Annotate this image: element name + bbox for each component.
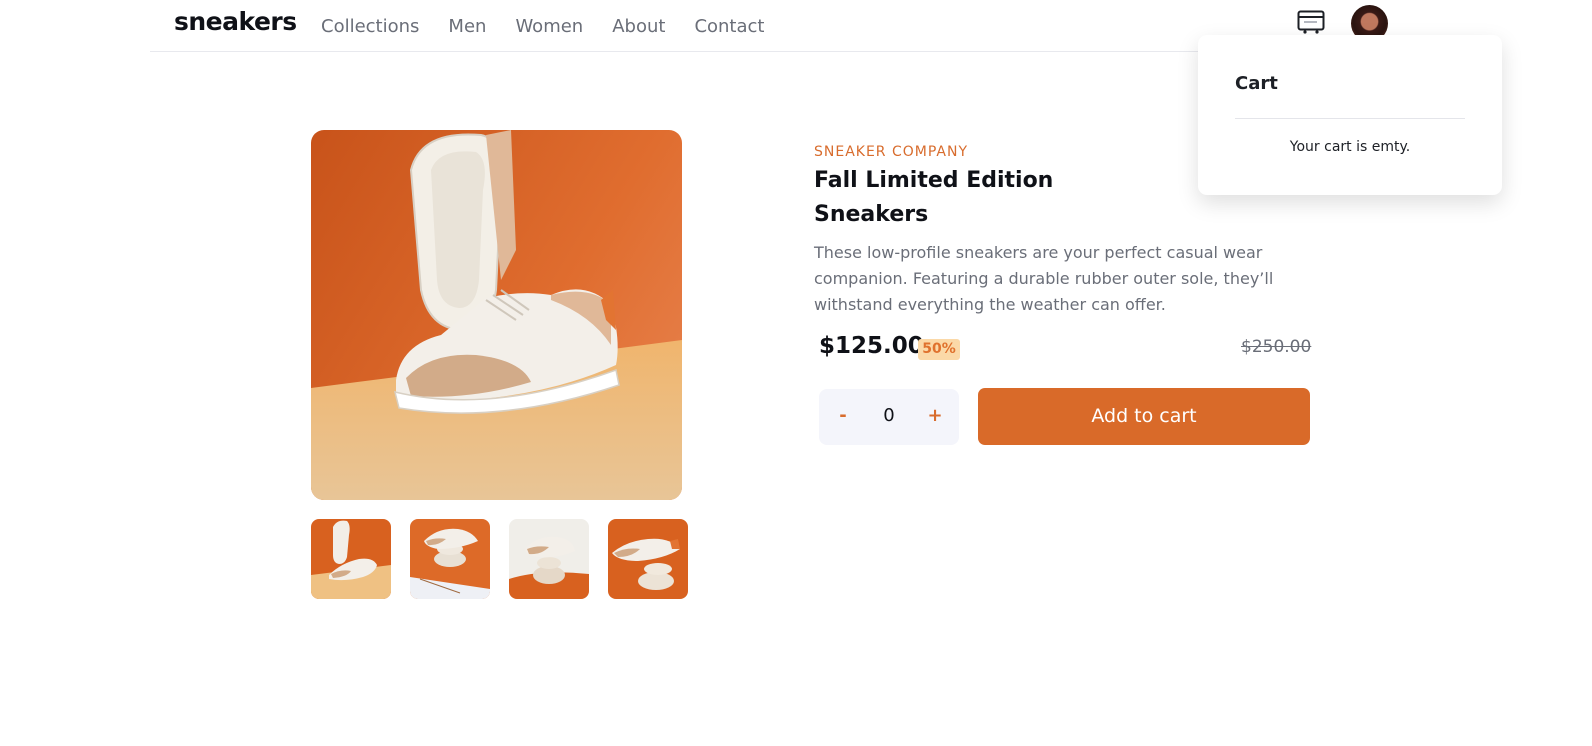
nav-collections[interactable]: Collections xyxy=(321,16,419,37)
increase-button[interactable]: + xyxy=(925,405,945,426)
product-thumbnails xyxy=(311,519,691,599)
nav-men[interactable]: Men xyxy=(448,16,486,37)
cart-icon[interactable] xyxy=(1297,10,1325,34)
discount-badge: 50% xyxy=(918,339,960,360)
thumbnail-4[interactable] xyxy=(608,519,688,599)
cart-divider xyxy=(1235,118,1465,119)
main-nav: Collections Men Women About Contact xyxy=(321,16,793,37)
add-to-cart-button[interactable]: Add to cart xyxy=(978,388,1310,445)
quantity-stepper: - 0 + xyxy=(819,389,959,445)
product-title: Fall Limited Edition Sneakers xyxy=(814,168,1054,227)
original-price: $250.00 xyxy=(1241,337,1312,357)
current-price: $125.00 xyxy=(819,333,924,359)
product-main-image[interactable] xyxy=(311,130,682,500)
product-description: These low-profile sneakers are your perf… xyxy=(814,243,1274,314)
cart-dropdown: Cart Your cart is emty. xyxy=(1198,35,1502,195)
nav-about[interactable]: About xyxy=(612,16,665,37)
cart-empty-message: Your cart is emty. xyxy=(1289,139,1411,155)
logo[interactable]: sneakers xyxy=(174,7,297,36)
thumbnail-1[interactable] xyxy=(311,519,391,599)
thumbnail-3[interactable] xyxy=(509,519,589,599)
brand-label: SNEAKER COMPANY xyxy=(814,144,969,160)
nav-women[interactable]: Women xyxy=(515,16,583,37)
thumbnail-2[interactable] xyxy=(410,519,490,599)
cart-title: Cart xyxy=(1235,73,1278,94)
nav-contact[interactable]: Contact xyxy=(694,16,764,37)
